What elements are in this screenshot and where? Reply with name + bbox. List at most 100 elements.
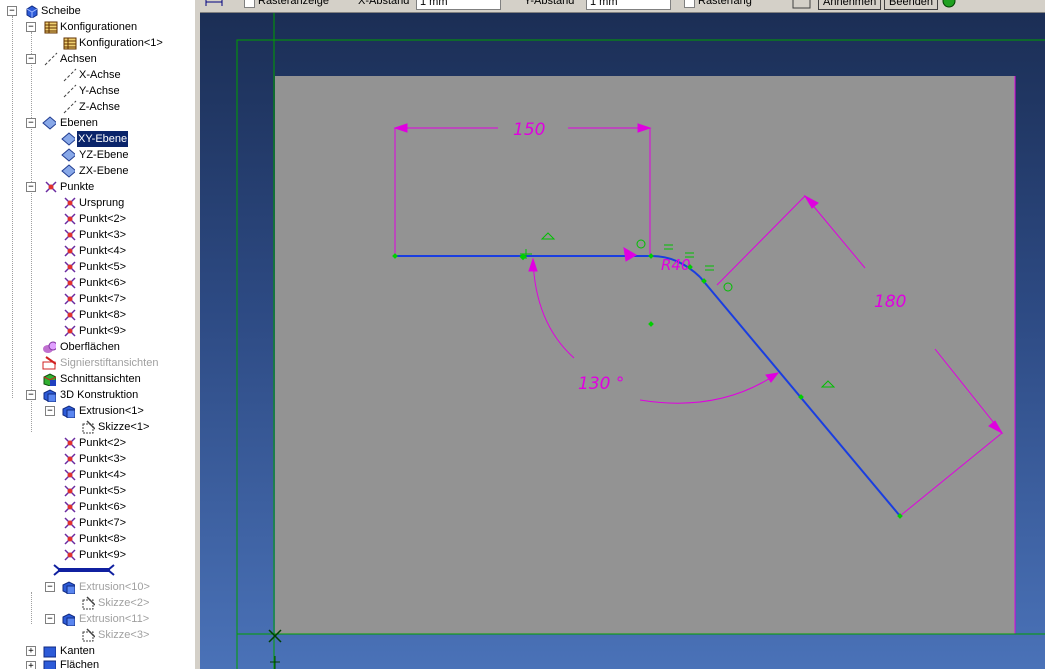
point-icon	[64, 309, 76, 321]
axis-icon	[63, 84, 77, 98]
origin-icon	[268, 629, 282, 669]
dimension-label-r40[interactable]: R40	[661, 256, 691, 274]
rollback-bar[interactable]	[52, 563, 116, 577]
collapse-toggle[interactable]: −	[45, 406, 55, 416]
x-abstand-label: X-Abstand	[358, 0, 410, 7]
tree-item-label: Punkt<5>	[79, 261, 127, 273]
point-icon	[64, 517, 76, 529]
collapse-toggle[interactable]: −	[7, 6, 17, 16]
tree-item-label: Oberflächen	[60, 341, 120, 353]
construction-icon	[43, 389, 56, 402]
tree-item-label: XY-Ebene	[75, 130, 130, 148]
tree-item-label: Extrusion<10>	[79, 581, 150, 593]
x-abstand-select[interactable]: 1 mm	[416, 0, 501, 10]
dimension-label-150[interactable]: 150	[513, 120, 545, 140]
tree-item-label: Z-Achse	[79, 101, 120, 113]
tree-item-label: X-Achse	[79, 69, 121, 81]
sketch-icon	[82, 420, 95, 434]
dimension-label-180[interactable]: 180	[874, 292, 906, 312]
extrusion-icon	[62, 405, 75, 418]
point-icon	[64, 277, 76, 289]
tree-item-label: Skizze<1>	[98, 421, 150, 433]
confirm-icon[interactable]	[940, 0, 958, 10]
tree-item-label: Extrusion<11>	[79, 613, 150, 625]
point-icon	[64, 213, 76, 225]
rasteranzeige-label: Rasteranzeige	[258, 0, 329, 7]
point-icon	[64, 533, 76, 545]
collapse-toggle[interactable]: −	[26, 118, 36, 128]
table-icon	[63, 37, 77, 50]
section-view-icon	[43, 373, 56, 386]
point-icon	[64, 197, 76, 209]
extrusion-icon	[62, 581, 75, 594]
point-icon	[64, 437, 76, 449]
plane-icon	[42, 116, 56, 130]
tree-item-label: Konfigurationen	[60, 21, 138, 33]
tree-item-label: YZ-Ebene	[79, 149, 129, 161]
tree-item-label: Punkte	[60, 181, 95, 193]
point-icon	[64, 245, 76, 257]
tree-connector	[31, 32, 32, 432]
tree-item-label: Signierstiftansichten	[60, 357, 159, 369]
rasterfang-checkbox[interactable]	[684, 0, 695, 8]
collapse-toggle[interactable]: −	[26, 54, 36, 64]
sketch-toolbar: Rasteranzeige X-Abstand 1 mm Y-Abstand 1…	[200, 0, 1045, 13]
y-abstand-select[interactable]: 1 mm	[586, 0, 671, 10]
tree-item-label: Punkt<2>	[79, 437, 127, 449]
tree-item-label: Punkt<7>	[79, 517, 127, 529]
rasterfang-label: Rasterfang	[698, 0, 752, 7]
collapse-toggle[interactable]: −	[26, 182, 36, 192]
tree-connector	[12, 16, 13, 398]
beenden-button[interactable]: Beenden	[884, 0, 939, 10]
axis-icon	[63, 68, 77, 82]
collapse-toggle[interactable]: −	[26, 390, 36, 400]
markup-icon	[42, 356, 56, 370]
tree-item-label: Punkt<6>	[79, 501, 127, 513]
tree-item-label: Punkt<9>	[79, 549, 127, 561]
y-abstand-label: Y-Abstand	[524, 0, 575, 7]
part-icon	[26, 5, 38, 18]
plane-icon	[61, 164, 75, 178]
sketch-icon	[82, 596, 95, 610]
tree-item-label: Schnittansichten	[60, 373, 141, 385]
collapse-toggle[interactable]: −	[45, 582, 55, 592]
plane-icon	[61, 148, 75, 162]
point-icon	[64, 293, 76, 305]
tree-item-label: Skizze<3>	[98, 629, 150, 641]
tree-item-label: Punkt<8>	[79, 533, 127, 545]
expand-toggle[interactable]: +	[26, 661, 36, 669]
tree-item-label: Punkt<5>	[79, 485, 127, 497]
collapse-toggle[interactable]: −	[26, 22, 36, 32]
sketch-viewport[interactable]: 150 180 130 ° R40	[200, 13, 1045, 669]
table-icon	[44, 21, 58, 34]
surface-icon	[43, 341, 56, 353]
sketch-plane[interactable]	[275, 76, 1015, 634]
point-icon	[64, 549, 76, 561]
faces-icon	[43, 660, 56, 669]
tree-item-label: 3D Konstruktion	[60, 389, 139, 401]
tree-item-label: Achsen	[60, 53, 97, 65]
point-icon	[64, 469, 76, 481]
collapse-toggle[interactable]: −	[45, 614, 55, 624]
point-icon	[64, 261, 76, 273]
plane-icon	[61, 132, 75, 146]
tree-item-label: Punkt<3>	[79, 453, 127, 465]
point-icon	[45, 181, 57, 193]
feature-tree[interactable]: − Scheibe − Konfigurationen Konfiguratio…	[0, 0, 195, 669]
tree-item-label: Punkt<3>	[79, 229, 127, 241]
point-icon	[64, 501, 76, 513]
tree-connector	[31, 592, 32, 624]
tree-item-label: Punkt<6>	[79, 277, 127, 289]
expand-toggle[interactable]: +	[26, 646, 36, 656]
annehmen-button[interactable]: Annehmen	[818, 0, 882, 10]
tree-item-label: Punkt<7>	[79, 293, 127, 305]
tree-item-label: Punkt<8>	[79, 309, 127, 321]
sketch-canvas[interactable]: 150 180 130 ° R40	[200, 13, 1045, 669]
dimension-label-130[interactable]: 130 °	[578, 374, 624, 394]
dimension-icon[interactable]	[204, 0, 224, 10]
rasteranzeige-checkbox[interactable]	[244, 0, 255, 8]
tree-item-label: Punkt<2>	[79, 213, 127, 225]
toolbar-icon[interactable]	[792, 0, 812, 10]
tree-item-label: Konfiguration<1>	[79, 37, 163, 49]
axis-icon	[44, 52, 58, 66]
